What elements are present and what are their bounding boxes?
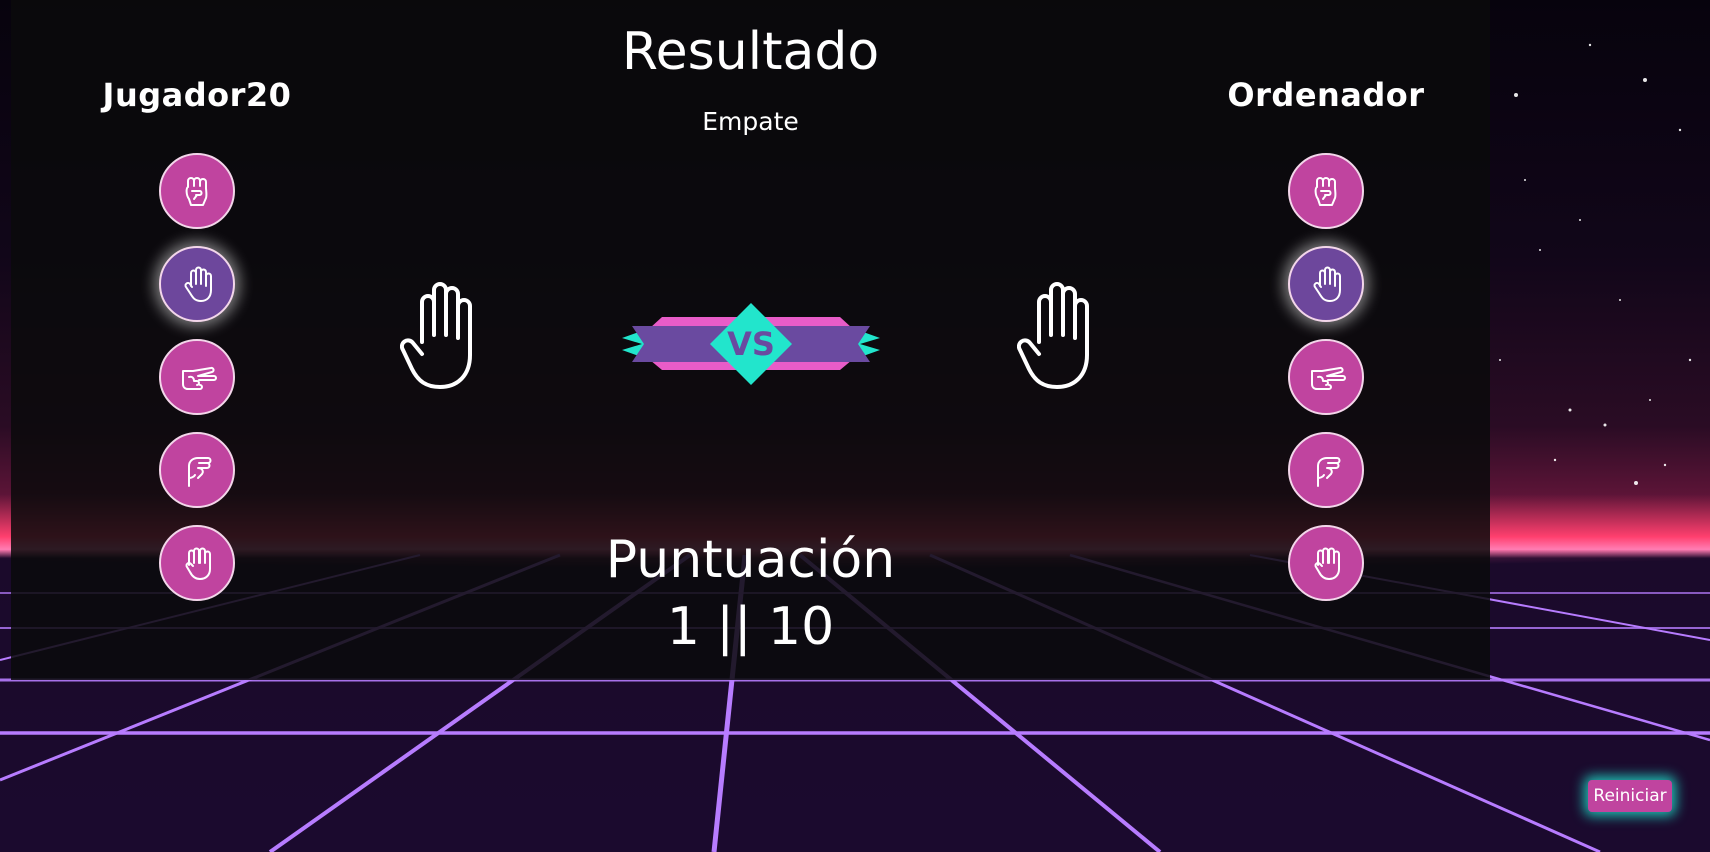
paper-hand-icon	[184, 266, 212, 302]
opponent-choice-lizard-button	[1288, 432, 1364, 508]
game-stage: Jugador20 Ordenador Resultado Empate VS …	[0, 0, 1710, 852]
opponent-choice-paper-button	[1288, 246, 1364, 322]
paper-hand-icon	[1017, 282, 1089, 389]
result-title: Resultado	[621, 22, 880, 82]
paper-hand-icon	[400, 282, 472, 389]
scissors-hand-icon	[182, 366, 217, 390]
player-choice-scissors-button[interactable]	[159, 339, 235, 415]
paper-hand-icon	[1313, 266, 1341, 302]
restart-button[interactable]: Reiniciar	[1588, 780, 1672, 812]
stars	[1499, 43, 1692, 485]
lizard-hand-icon	[1317, 457, 1341, 487]
player-choice-paper-button[interactable]	[159, 246, 235, 322]
result-text: Empate	[702, 107, 799, 136]
rock-fist-icon	[185, 177, 208, 206]
opponent-choice-scissors-button	[1288, 339, 1364, 415]
rock-fist-icon	[1314, 177, 1337, 206]
vs-badge: VS	[622, 303, 880, 385]
score-title: Puntuación	[605, 530, 896, 590]
opponent-choice-rock-button	[1288, 153, 1364, 229]
player-choice-lizard-button[interactable]	[159, 432, 235, 508]
lizard-hand-icon	[188, 457, 212, 487]
vs-label: VS	[727, 325, 775, 363]
score-value: 1 || 10	[666, 597, 835, 657]
scissors-hand-icon	[1311, 366, 1346, 390]
game-panel: Jugador20 Ordenador Resultado Empate VS …	[11, 0, 1490, 680]
player-choice-rock-button[interactable]	[159, 153, 235, 229]
